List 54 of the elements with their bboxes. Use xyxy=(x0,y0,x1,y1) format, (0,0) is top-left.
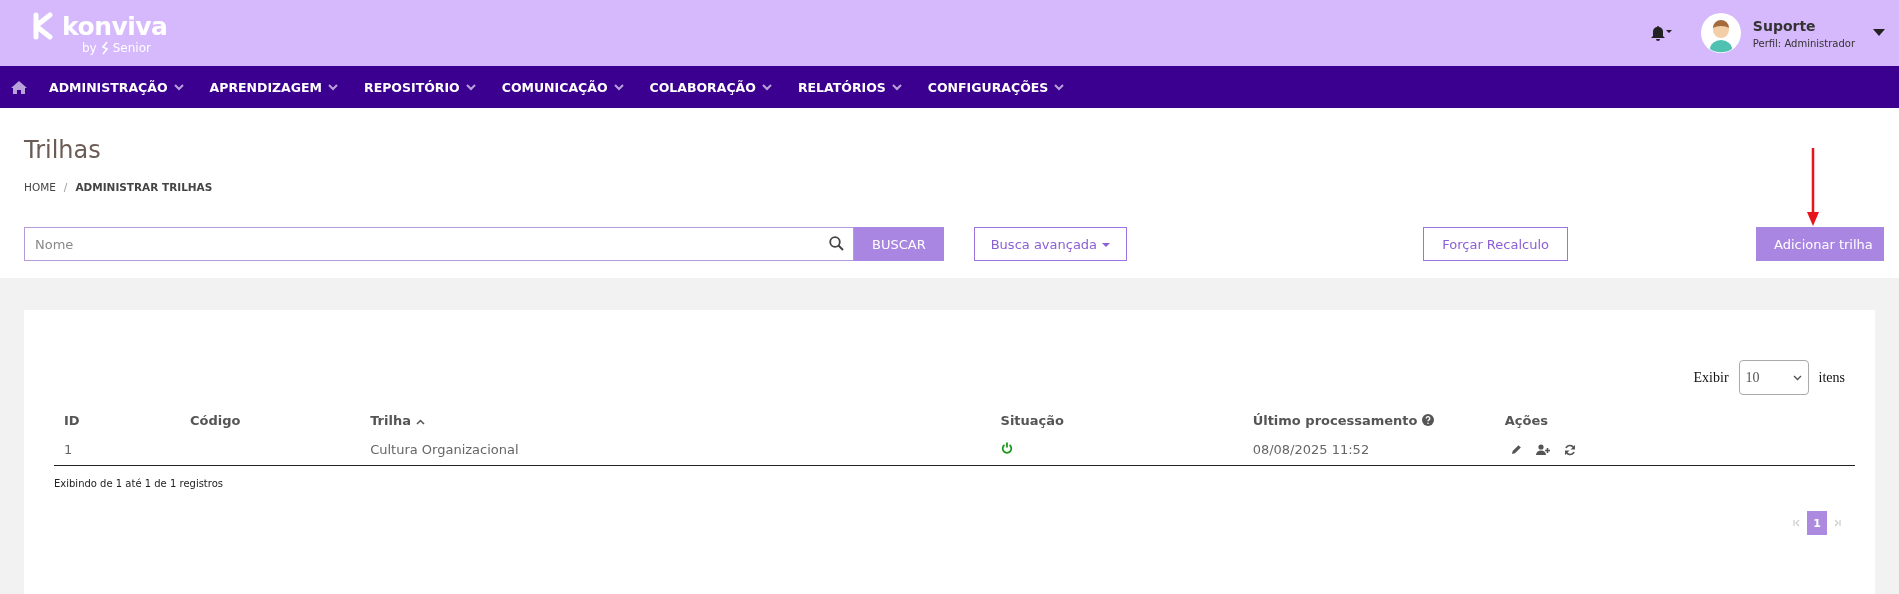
user-profile: Perfil: Administrador xyxy=(1752,37,1855,49)
column-header: Último processamento xyxy=(1252,413,1418,428)
advanced-search-button[interactable]: Busca avançada xyxy=(973,227,1128,261)
nav-menu-item[interactable]: COLABORAÇÃO xyxy=(635,79,784,95)
refresh-icon[interactable] xyxy=(1563,443,1576,456)
logo-icon xyxy=(32,12,56,40)
pencil-icon[interactable] xyxy=(1510,444,1522,455)
nav-menu-item[interactable]: RELATÓRIOS xyxy=(783,79,914,95)
nav-menu-item[interactable]: ADMINISTRAÇÃO xyxy=(35,79,196,95)
avatar-icon[interactable] xyxy=(1700,13,1741,53)
records-info: Exibindo de 1 até 1 de 1 registros xyxy=(54,478,224,489)
logo-by: by xyxy=(82,40,97,55)
nav-menu-item[interactable]: COMUNICAÇÃO xyxy=(487,79,636,95)
breadcrumb-link[interactable]: HOME xyxy=(24,181,56,193)
user-name: Suporte xyxy=(1752,17,1817,34)
column-header: Situação xyxy=(1000,413,1064,428)
bell-icon[interactable] xyxy=(1650,25,1673,41)
chevron-down-icon[interactable] xyxy=(1054,83,1065,91)
logo-brand: Senior xyxy=(112,40,151,55)
chevron-down-icon[interactable] xyxy=(891,83,902,91)
help-icon[interactable] xyxy=(1421,414,1434,426)
page-size-select[interactable]: 10 xyxy=(1738,360,1809,395)
table-cell: 08/08/2025 11:52 xyxy=(1252,442,1370,457)
page-size-label: Exibir xyxy=(1693,369,1729,386)
recalculate-button[interactable]: Forçar Recalculo xyxy=(1423,227,1568,261)
chevron-down-icon[interactable] xyxy=(1792,374,1802,381)
chevron-down-icon[interactable] xyxy=(613,83,624,91)
sort-ascending-icon[interactable] xyxy=(415,419,425,425)
column-header: Ações xyxy=(1504,413,1549,428)
table-cell: 1 xyxy=(64,442,73,457)
caret-icon[interactable] xyxy=(1102,242,1111,248)
breadcrumb-current: ADMINISTRAR TRILHAS xyxy=(75,181,213,193)
brand-icon xyxy=(100,40,109,55)
chevron-down-icon[interactable] xyxy=(465,83,476,91)
nav-menu-item[interactable]: REPOSITÓRIO xyxy=(350,79,488,95)
chevron-down-icon[interactable] xyxy=(173,83,184,91)
caret-icon[interactable] xyxy=(1873,29,1885,37)
home-icon[interactable] xyxy=(11,80,27,94)
chevron-down-icon[interactable] xyxy=(761,83,772,91)
nav-menu-item[interactable]: CONFIGURAÇÕES xyxy=(913,79,1077,95)
nav-menu-item[interactable]: APRENDIZAGEM xyxy=(195,79,351,95)
power-icon[interactable] xyxy=(1000,442,1013,454)
page-title: Trilhas xyxy=(24,136,102,164)
logo-text: konviva xyxy=(62,11,168,41)
column-header: Código xyxy=(190,413,241,428)
add-user-icon[interactable] xyxy=(1535,444,1550,455)
column-header[interactable]: Trilha xyxy=(370,413,411,428)
search-field[interactable]: Nome xyxy=(24,227,854,261)
chevron-down-icon[interactable] xyxy=(328,83,339,91)
search-icon[interactable] xyxy=(829,236,844,251)
column-header: ID xyxy=(64,413,80,428)
table-cell: Cultura Organizacional xyxy=(370,442,519,457)
page-size-suffix: itens xyxy=(1818,369,1845,386)
breadcrumb-separator: / xyxy=(63,181,68,193)
